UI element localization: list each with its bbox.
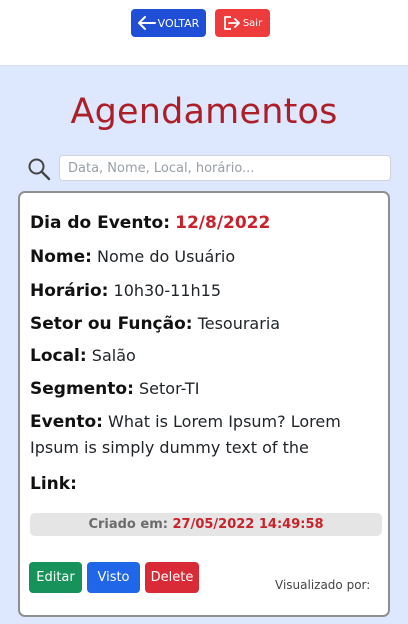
arrow-left-icon <box>137 16 156 30</box>
segment-value: Setor-TI <box>139 379 200 398</box>
event-date-row: Dia do Evento: 12/8/2022 <box>30 213 270 233</box>
name-row: Nome: Nome do Usuário <box>30 247 235 267</box>
back-button-label: VOLTAR <box>157 16 200 30</box>
created-at-label: Criado em: <box>88 517 168 532</box>
event-date-label: Dia do Evento: <box>30 213 171 233</box>
sector-label: Setor ou Função: <box>30 314 193 334</box>
exit-button-label: Sair <box>242 17 263 29</box>
delete-button[interactable]: Delete <box>145 562 199 593</box>
place-value: Salão <box>91 346 136 365</box>
sector-value: Tesouraria <box>197 314 281 333</box>
sector-row: Setor ou Função: Tesouraria <box>30 314 280 334</box>
seen-button[interactable]: Visto <box>87 562 140 593</box>
event-row: Evento: What is Lorem Ipsum? Lorem Ipsum… <box>30 409 370 461</box>
segment-row: Segmento: Setor-TI <box>30 379 199 399</box>
event-label: Evento: <box>30 412 103 432</box>
edit-button[interactable]: Editar <box>29 562 82 593</box>
created-at-value: 27/05/2022 14:49:58 <box>172 517 324 532</box>
top-bar: VOLTAR Sair <box>0 0 408 66</box>
link-label: Link: <box>30 474 77 494</box>
time-row: Horário: 10h30-11h15 <box>30 281 221 301</box>
place-row: Local: Salão <box>30 346 136 366</box>
event-date-value: 12/8/2022 <box>175 213 271 233</box>
page-title: Agendamentos <box>70 92 338 132</box>
viewed-by-text: Visualizado por: <box>275 578 371 592</box>
segment-label: Segmento: <box>30 379 134 399</box>
back-button[interactable]: VOLTAR <box>131 9 206 37</box>
appointment-card: Dia do Evento: 12/8/2022 Nome: Nome do U… <box>18 191 390 617</box>
name-value: Nome do Usuário <box>97 247 236 266</box>
name-label: Nome: <box>30 247 92 267</box>
logout-icon <box>223 16 240 30</box>
place-label: Local: <box>30 346 87 366</box>
time-value: 10h30-11h15 <box>113 281 222 300</box>
exit-button[interactable]: Sair <box>215 9 270 37</box>
search-input[interactable] <box>59 155 391 181</box>
search-icon <box>28 158 51 181</box>
created-at-bar: Criado em: 27/05/2022 14:49:58 <box>30 513 382 536</box>
link-row: Link: <box>30 474 77 494</box>
time-label: Horário: <box>30 281 109 301</box>
